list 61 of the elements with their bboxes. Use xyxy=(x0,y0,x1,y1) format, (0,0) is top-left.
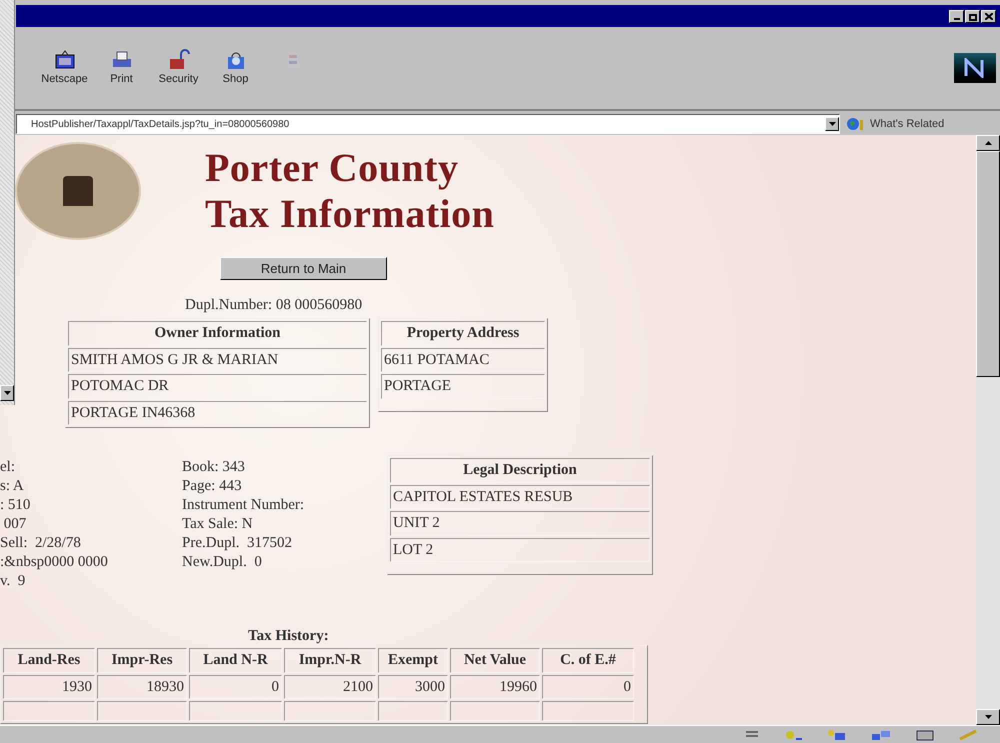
vertical-scrollbar[interactable] xyxy=(976,135,1000,725)
column-header: Impr.N-R xyxy=(284,648,376,673)
toolbar-button[interactable]: Netscape xyxy=(36,48,93,88)
table-cell: POTOMAC DR xyxy=(68,374,367,399)
field-label: Page: 443 xyxy=(182,477,243,496)
scroll-thumb[interactable] xyxy=(976,151,1000,377)
table-heading: Legal Description xyxy=(390,458,650,483)
table-heading: Property Address xyxy=(381,321,545,346)
field-label: v. 9 xyxy=(0,572,26,592)
column-header: Exempt xyxy=(378,648,448,673)
maximize-button[interactable] xyxy=(965,10,980,22)
scroll-up-icon[interactable] xyxy=(976,135,1000,151)
toolbar-button[interactable]: Security xyxy=(150,48,207,88)
scroll-down-icon[interactable] xyxy=(976,709,1000,725)
table-cell: 18930 xyxy=(97,674,187,700)
table-cell: 1930 xyxy=(3,674,95,700)
table-cell: 0 xyxy=(189,674,282,700)
column-header: Net Value xyxy=(450,648,540,673)
field-label: Instrument Number: xyxy=(182,496,306,516)
location-field[interactable]: HostPublisher/Taxappl/TaxDetails.jsp?tu_in=08000560980 xyxy=(16,114,840,134)
whats-related-button[interactable]: What's Related xyxy=(870,116,944,132)
table-cell: PORTAGE xyxy=(381,374,545,399)
column-header: Impr-Res xyxy=(97,648,187,673)
page-title: Tax Information xyxy=(205,191,494,237)
field-label: el: xyxy=(0,458,16,478)
field-label: : 510 xyxy=(0,496,32,516)
scroll-down-icon[interactable] xyxy=(0,385,14,401)
field-label: New.Dupl. 0 xyxy=(182,553,263,572)
close-icon xyxy=(984,12,992,20)
column-header: Land-Res xyxy=(3,648,95,673)
table-cell: 6611 POTAMAC xyxy=(381,348,545,372)
table-cell: UNIT 2 xyxy=(390,511,650,536)
return-to-main-button[interactable]: Return to Main xyxy=(220,257,387,280)
field-label: s: A xyxy=(0,477,25,496)
table-cell: 2100 xyxy=(284,674,376,700)
column-header: Land N-R xyxy=(189,648,282,673)
field-label: Book: 343 xyxy=(182,458,246,478)
empty-table-cell xyxy=(378,701,448,722)
field-label: Tax Sale: N xyxy=(182,515,254,534)
table-cell: LOT 2 xyxy=(390,538,650,562)
table-cell: CAPITOL ESTATES RESUB xyxy=(390,484,650,510)
monitor-icon xyxy=(52,48,76,71)
field-label: Pre.Dupl. 317502 xyxy=(182,534,293,554)
table-cell: 0 xyxy=(542,674,634,700)
close-button[interactable] xyxy=(981,10,996,22)
column-header: C. of E.# xyxy=(542,648,634,673)
table-cell: 3000 xyxy=(378,674,448,700)
table-cell: SMITH AMOS G JR & MARIAN xyxy=(68,348,367,372)
minimize-button[interactable] xyxy=(949,10,964,22)
dupl-number: Dupl.Number: 08 000560980 xyxy=(185,296,364,314)
field-label: Sell: 2/28/78 xyxy=(0,534,82,554)
page-title: Porter County xyxy=(205,145,460,191)
table-cell: 19960 xyxy=(450,674,540,700)
toolbar-button[interactable]: Shop xyxy=(207,48,264,88)
field-label: 007 xyxy=(2,515,28,534)
field-label: :&nbsp0000 0000 xyxy=(0,553,109,572)
table-cell: PORTAGE IN46368 xyxy=(68,400,367,426)
tax-history-title: Tax History: xyxy=(248,627,330,646)
toolbar-button[interactable]: Print xyxy=(93,48,150,88)
netscape-logo-icon[interactable] xyxy=(954,53,996,83)
table-heading: Owner Information xyxy=(68,321,367,346)
